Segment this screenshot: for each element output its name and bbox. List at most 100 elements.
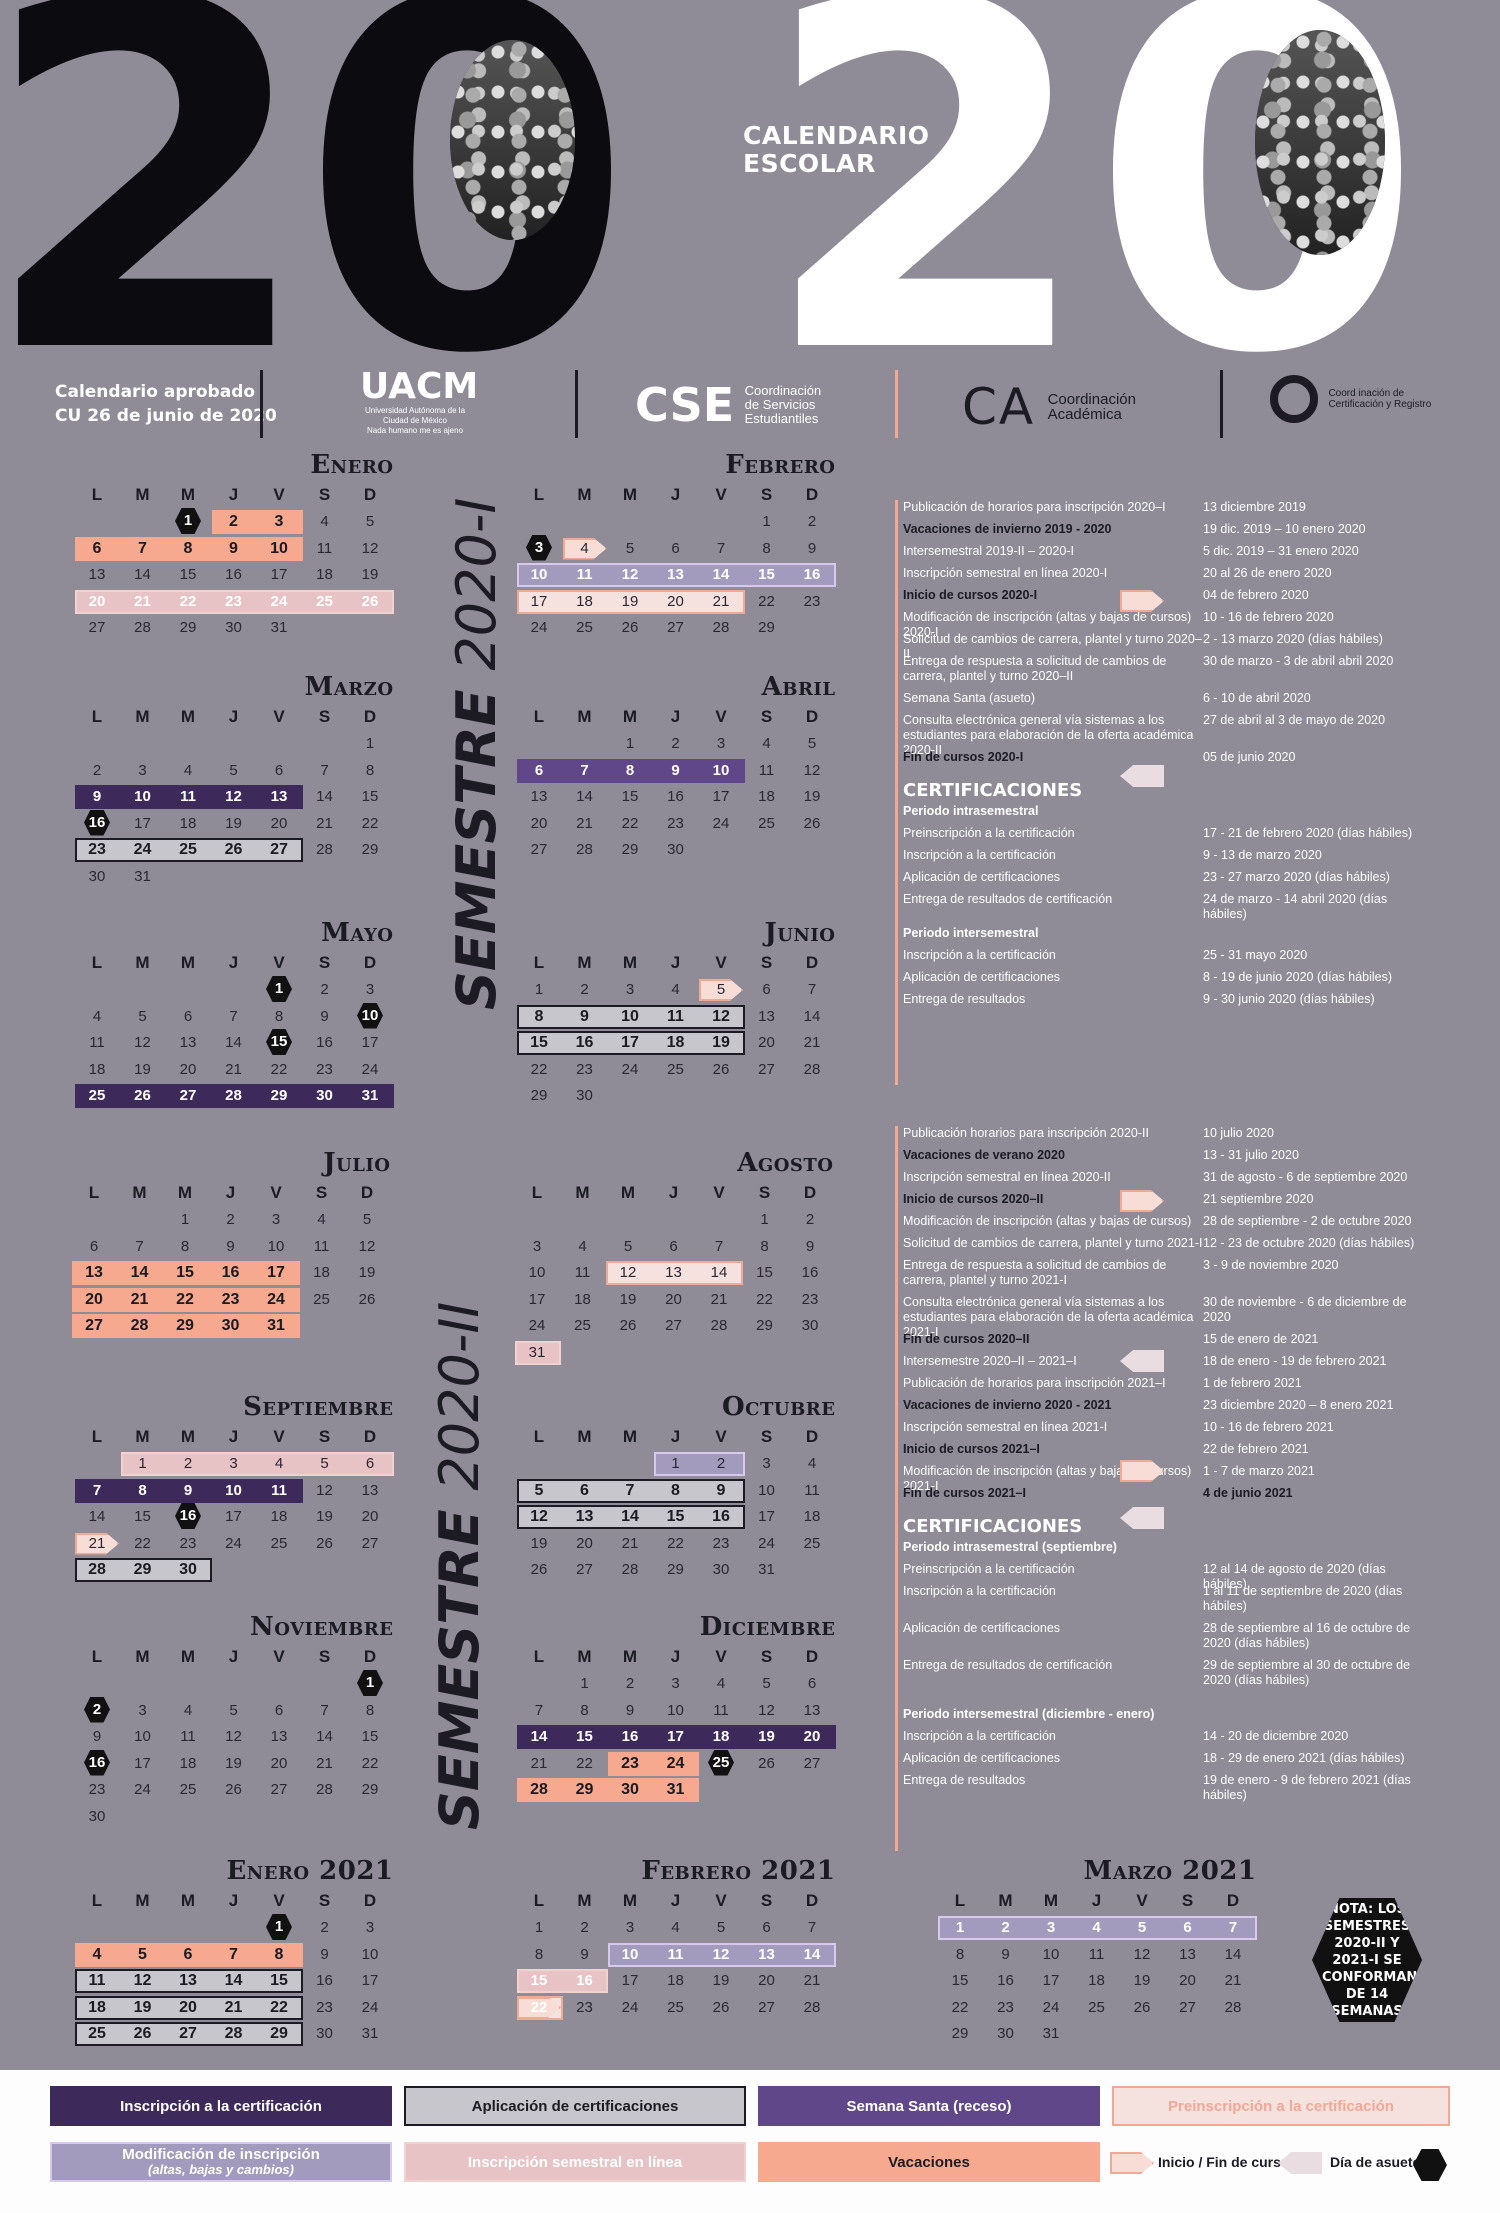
day-cell: 21	[225, 1060, 242, 1078]
info-value: 12 - 23 de octubre 2020 (días hábiles)	[1203, 1236, 1415, 1250]
day-cell: 2	[229, 513, 238, 530]
day-cell: 31	[267, 1317, 285, 1334]
day-cell: 9	[320, 1007, 329, 1025]
day-cell: 21	[803, 1972, 821, 1989]
day-cell: 26	[361, 592, 379, 610]
day-cell: 15	[176, 1264, 194, 1281]
day-cell: 19	[1133, 1972, 1151, 1989]
period-heading: Periodo intrasemestral (septiembre)	[903, 1540, 1117, 1554]
day-cell: 8	[138, 1481, 147, 1499]
weekday-header: V	[715, 707, 727, 726]
day-cell: 22	[530, 1998, 548, 2016]
day-cell: 23	[88, 1781, 106, 1798]
day-cell: 17	[758, 1508, 775, 1525]
day-cell: 21	[130, 1290, 149, 1308]
day-cell: 6	[762, 1919, 771, 1936]
info-label: Inscripción semestral en línea 2020-II	[903, 1170, 1111, 1184]
day-cell: 5	[362, 1211, 372, 1228]
weekday-header: J	[228, 707, 239, 726]
day-cell: 10	[267, 1237, 285, 1255]
info-value: 9 - 13 de marzo 2020	[1203, 848, 1322, 862]
day-cell: 20	[576, 1534, 593, 1552]
day-cell: 21	[621, 1534, 639, 1552]
weekday-header: M	[575, 1183, 590, 1202]
legend-modificacion: Modificación de inscripción (altas, bajas…	[50, 2142, 392, 2182]
weekday-header: V	[273, 1647, 285, 1666]
day-cell: 22	[270, 1998, 288, 2016]
approval-note: Calendario aprobado CU 26 de junio de 20…	[55, 382, 277, 426]
day-cell: 11	[667, 1945, 684, 1963]
day-cell: 22	[270, 1060, 288, 1078]
note-badge: NOTA: LOS SEMESTRES 2020-II Y 2021-I SE …	[1312, 1898, 1422, 2022]
day-cell: 20	[85, 1290, 103, 1308]
day-cell: 4	[317, 1211, 326, 1228]
day-cell: 21	[712, 592, 730, 610]
day-cell: 6	[762, 981, 771, 998]
month-enero: Enero L M M J V S D 1 2 3 4 5 6 7 8 9 10 11 12 13 14 15 16 17 18 1…	[75, 450, 394, 710]
day-cell: 28	[712, 619, 730, 636]
day-cell: 10	[134, 1728, 151, 1745]
info-label: Entrega de resultados	[903, 992, 1026, 1006]
day-cell: 24	[270, 592, 288, 610]
weekday-header: L	[91, 1427, 103, 1446]
weekday-header: D	[805, 707, 819, 726]
day-cell: 4	[716, 1675, 726, 1692]
day-cell: 18	[88, 1060, 106, 1078]
month-name: Septiembre	[243, 1392, 394, 1422]
day-cell: 7	[138, 539, 147, 557]
weekday-header: M	[577, 1891, 592, 1910]
weekday-header: S	[760, 485, 773, 504]
weekday-header: S	[315, 1183, 328, 1202]
weekday-header: L	[91, 485, 103, 504]
day-cell: 28	[530, 1781, 548, 1798]
certifications-heading: CERTIFICACIONES	[903, 780, 1083, 801]
day-cell: 30	[316, 2025, 333, 2042]
day-cell: 1	[671, 1455, 680, 1472]
holiday-day: 25	[708, 1749, 734, 1776]
day-cell: 5	[534, 1481, 544, 1499]
weekday-header: M	[577, 1427, 592, 1446]
day-cell: 27	[88, 619, 106, 636]
day-cell: 10	[134, 788, 151, 805]
day-cell: 7	[714, 1237, 724, 1255]
info-label: Publicación horarios para inscripción 20…	[903, 1126, 1149, 1140]
day-cell: 10	[667, 1701, 684, 1719]
day-cell: 27	[665, 1317, 682, 1334]
month-name: Junio	[764, 918, 836, 948]
day-cell: 12	[619, 1264, 637, 1281]
holiday-day: 15	[266, 1029, 292, 1055]
day-cell: 16	[221, 1264, 240, 1281]
day-cell: 19	[134, 1060, 151, 1078]
day-cell: 26	[803, 814, 821, 832]
info-value: 23 diciembre 2020 – 8 enero 2021	[1203, 1398, 1394, 1412]
day-cell: 12	[134, 1034, 151, 1051]
day-cell: 2	[625, 1675, 635, 1692]
day-cell: 24	[361, 1998, 379, 2016]
info-value: 22 de febrero 2021	[1203, 1442, 1309, 1456]
day-cell: 30	[621, 1781, 639, 1798]
day-cell: 29	[530, 1087, 548, 1104]
weekday-header: J	[670, 1891, 681, 1910]
day-cell: 1	[760, 1211, 769, 1228]
day-cell: 10	[1042, 1945, 1060, 1963]
weekday-header: L	[91, 707, 103, 726]
info-rule	[895, 1126, 898, 1851]
day-cell: 18	[88, 1998, 106, 2016]
day-cell: 27	[361, 1534, 379, 1552]
day-cell: 29	[270, 1087, 288, 1104]
day-cell: 10	[225, 1481, 242, 1499]
day-cell: 30	[801, 1317, 819, 1334]
day-cell: 21	[710, 1290, 728, 1308]
weekday-header: D	[803, 1183, 817, 1202]
day-cell: 9	[92, 788, 102, 805]
weekday-header: S	[760, 1891, 773, 1910]
day-cell: 9	[671, 761, 680, 779]
day-cell: 31	[361, 1087, 379, 1104]
day-cell: 23	[803, 592, 821, 610]
day-cell: 3	[365, 981, 375, 998]
info-label: Intersemestral 2019-II – 2020-I	[903, 544, 1074, 558]
day-cell: 26	[758, 1754, 775, 1772]
day-cell: 4	[183, 1701, 193, 1719]
day-cell: 17	[621, 1972, 639, 1989]
weekday-header: D	[360, 1183, 374, 1202]
